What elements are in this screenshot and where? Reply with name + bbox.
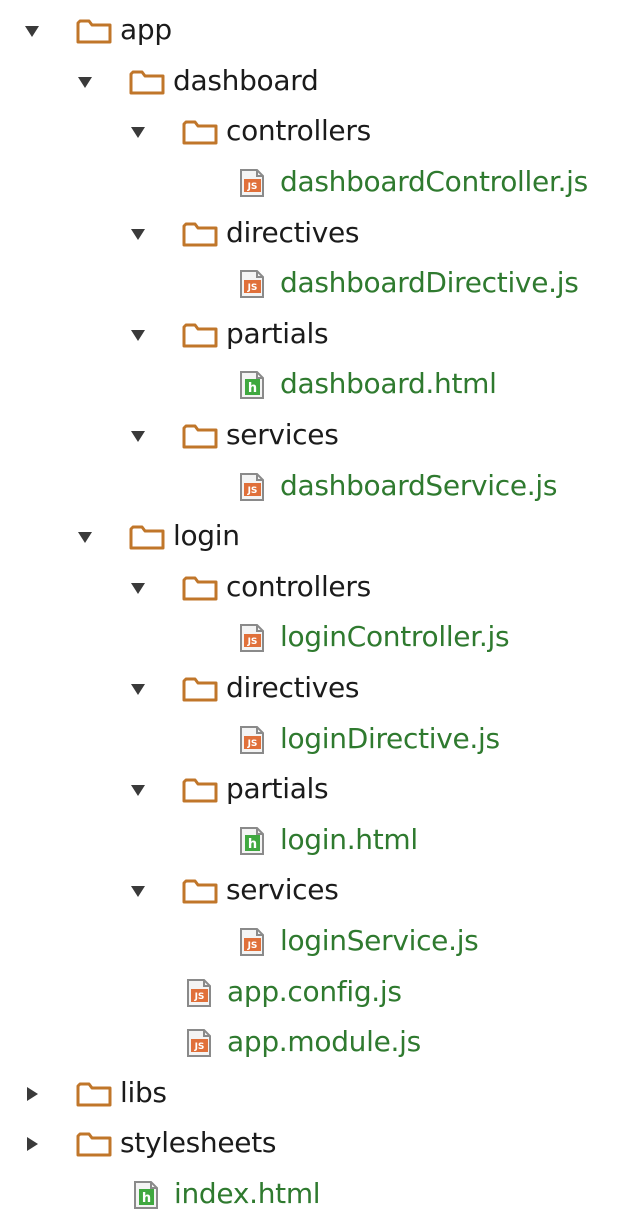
disclosure-down-icon[interactable] — [130, 782, 146, 798]
tree-file-index-html[interactable]: h index.html — [0, 1170, 643, 1220]
tree-file-logincontroller-js[interactable]: JS loginController.js — [0, 613, 643, 664]
folder-icon — [182, 118, 218, 146]
folder-label: partials — [226, 772, 329, 806]
svg-text:JS: JS — [194, 992, 205, 1002]
js-file-icon: JS — [184, 978, 214, 1008]
disclosure-down-icon[interactable] — [130, 681, 146, 697]
folder-icon — [182, 776, 218, 804]
disclosure-down-icon[interactable] — [77, 74, 93, 90]
tree-file-app-config-js[interactable]: JS app.config.js — [0, 967, 643, 1018]
folder-icon — [76, 1130, 112, 1158]
tree-folder-directives[interactable]: directives — [0, 208, 643, 259]
folder-icon — [76, 1080, 112, 1108]
folder-label: services — [226, 873, 339, 907]
svg-text:JS: JS — [247, 486, 258, 496]
disclosure-right-icon[interactable] — [24, 1086, 40, 1102]
disclosure-right-icon[interactable] — [24, 1136, 40, 1152]
disclosure-down-icon[interactable] — [130, 883, 146, 899]
folder-label: directives — [226, 670, 360, 704]
folder-icon — [182, 877, 218, 905]
tree-folder-partials[interactable]: partials — [0, 310, 643, 361]
js-file-icon: JS — [237, 725, 267, 755]
tree-folder-partials[interactable]: partials — [0, 765, 643, 816]
folder-label: partials — [226, 316, 329, 350]
tree-folder-controllers[interactable]: controllers — [0, 563, 643, 614]
html-file-icon: h — [237, 370, 267, 400]
file-label: app.config.js — [227, 974, 402, 1008]
html-file-icon: h — [131, 1180, 161, 1210]
js-file-icon: JS — [237, 472, 267, 502]
folder-label: login — [173, 519, 240, 553]
js-file-icon: JS — [237, 168, 267, 198]
disclosure-down-icon[interactable] — [130, 580, 146, 596]
folder-label: services — [226, 417, 339, 451]
tree-file-loginservice-js[interactable]: JS loginService.js — [0, 917, 643, 968]
folder-icon — [129, 68, 165, 96]
folder-icon — [182, 422, 218, 450]
folder-label: stylesheets — [120, 1126, 277, 1160]
file-label: dashboard.html — [280, 367, 497, 401]
svg-text:h: h — [248, 837, 257, 852]
file-label: app.module.js — [227, 1025, 421, 1059]
file-label: loginDirective.js — [280, 721, 500, 755]
file-label: dashboardDirective.js — [280, 266, 579, 300]
tree-folder-services[interactable]: services — [0, 411, 643, 462]
disclosure-down-icon[interactable] — [130, 428, 146, 444]
svg-text:JS: JS — [247, 739, 258, 749]
svg-text:JS: JS — [247, 283, 258, 293]
folder-label: controllers — [226, 114, 371, 148]
file-label: loginService.js — [280, 923, 479, 957]
tree-file-dashboardservice-js[interactable]: JS dashboardService.js — [0, 461, 643, 512]
folder-icon — [182, 220, 218, 248]
file-label: loginController.js — [280, 620, 510, 654]
file-label: dashboardService.js — [280, 468, 558, 502]
folder-icon — [182, 574, 218, 602]
tree-file-dashboard-html[interactable]: h dashboard.html — [0, 360, 643, 411]
tree-file-login-html[interactable]: h login.html — [0, 816, 643, 867]
svg-text:JS: JS — [247, 637, 258, 647]
svg-text:JS: JS — [247, 182, 258, 192]
tree-file-dashboardcontroller-js[interactable]: JS dashboardController.js — [0, 158, 643, 209]
svg-text:h: h — [248, 381, 257, 396]
html-file-icon: h — [237, 826, 267, 856]
file-label: dashboardController.js — [280, 164, 588, 198]
tree-file-app-module-js[interactable]: JS app.module.js — [0, 1018, 643, 1069]
folder-icon — [182, 675, 218, 703]
folder-label: controllers — [226, 569, 371, 603]
tree-folder-libs[interactable]: libs — [0, 1068, 643, 1119]
disclosure-down-icon[interactable] — [130, 327, 146, 343]
folder-icon — [182, 321, 218, 349]
svg-text:h: h — [142, 1191, 151, 1206]
disclosure-down-icon[interactable] — [24, 23, 40, 39]
folder-label: dashboard — [173, 63, 319, 97]
folder-icon — [76, 17, 112, 45]
js-file-icon: JS — [237, 269, 267, 299]
file-label: index.html — [174, 1176, 321, 1210]
folder-label: directives — [226, 215, 360, 249]
folder-label: libs — [120, 1075, 167, 1109]
tree-folder-stylesheets[interactable]: stylesheets — [0, 1119, 643, 1170]
folder-icon — [129, 523, 165, 551]
js-file-icon: JS — [184, 1028, 214, 1058]
tree-file-logindirective-js[interactable]: JS loginDirective.js — [0, 714, 643, 765]
svg-text:JS: JS — [247, 941, 258, 951]
disclosure-down-icon[interactable] — [77, 529, 93, 545]
file-label: login.html — [280, 822, 418, 856]
tree-folder-controllers[interactable]: controllers — [0, 107, 643, 158]
project-file-tree: app dashboard controllers JS dashboardCo… — [0, 6, 643, 1220]
svg-text:JS: JS — [194, 1042, 205, 1052]
disclosure-down-icon[interactable] — [130, 124, 146, 140]
disclosure-down-icon[interactable] — [130, 226, 146, 242]
tree-folder-directives[interactable]: directives — [0, 664, 643, 715]
tree-folder-services[interactable]: services — [0, 866, 643, 917]
tree-folder-app[interactable]: app — [0, 6, 643, 57]
tree-folder-login[interactable]: login — [0, 512, 643, 563]
folder-label: app — [120, 13, 172, 47]
js-file-icon: JS — [237, 927, 267, 957]
js-file-icon: JS — [237, 623, 267, 653]
tree-file-dashboarddirective-js[interactable]: JS dashboardDirective.js — [0, 259, 643, 310]
tree-folder-dashboard[interactable]: dashboard — [0, 57, 643, 108]
